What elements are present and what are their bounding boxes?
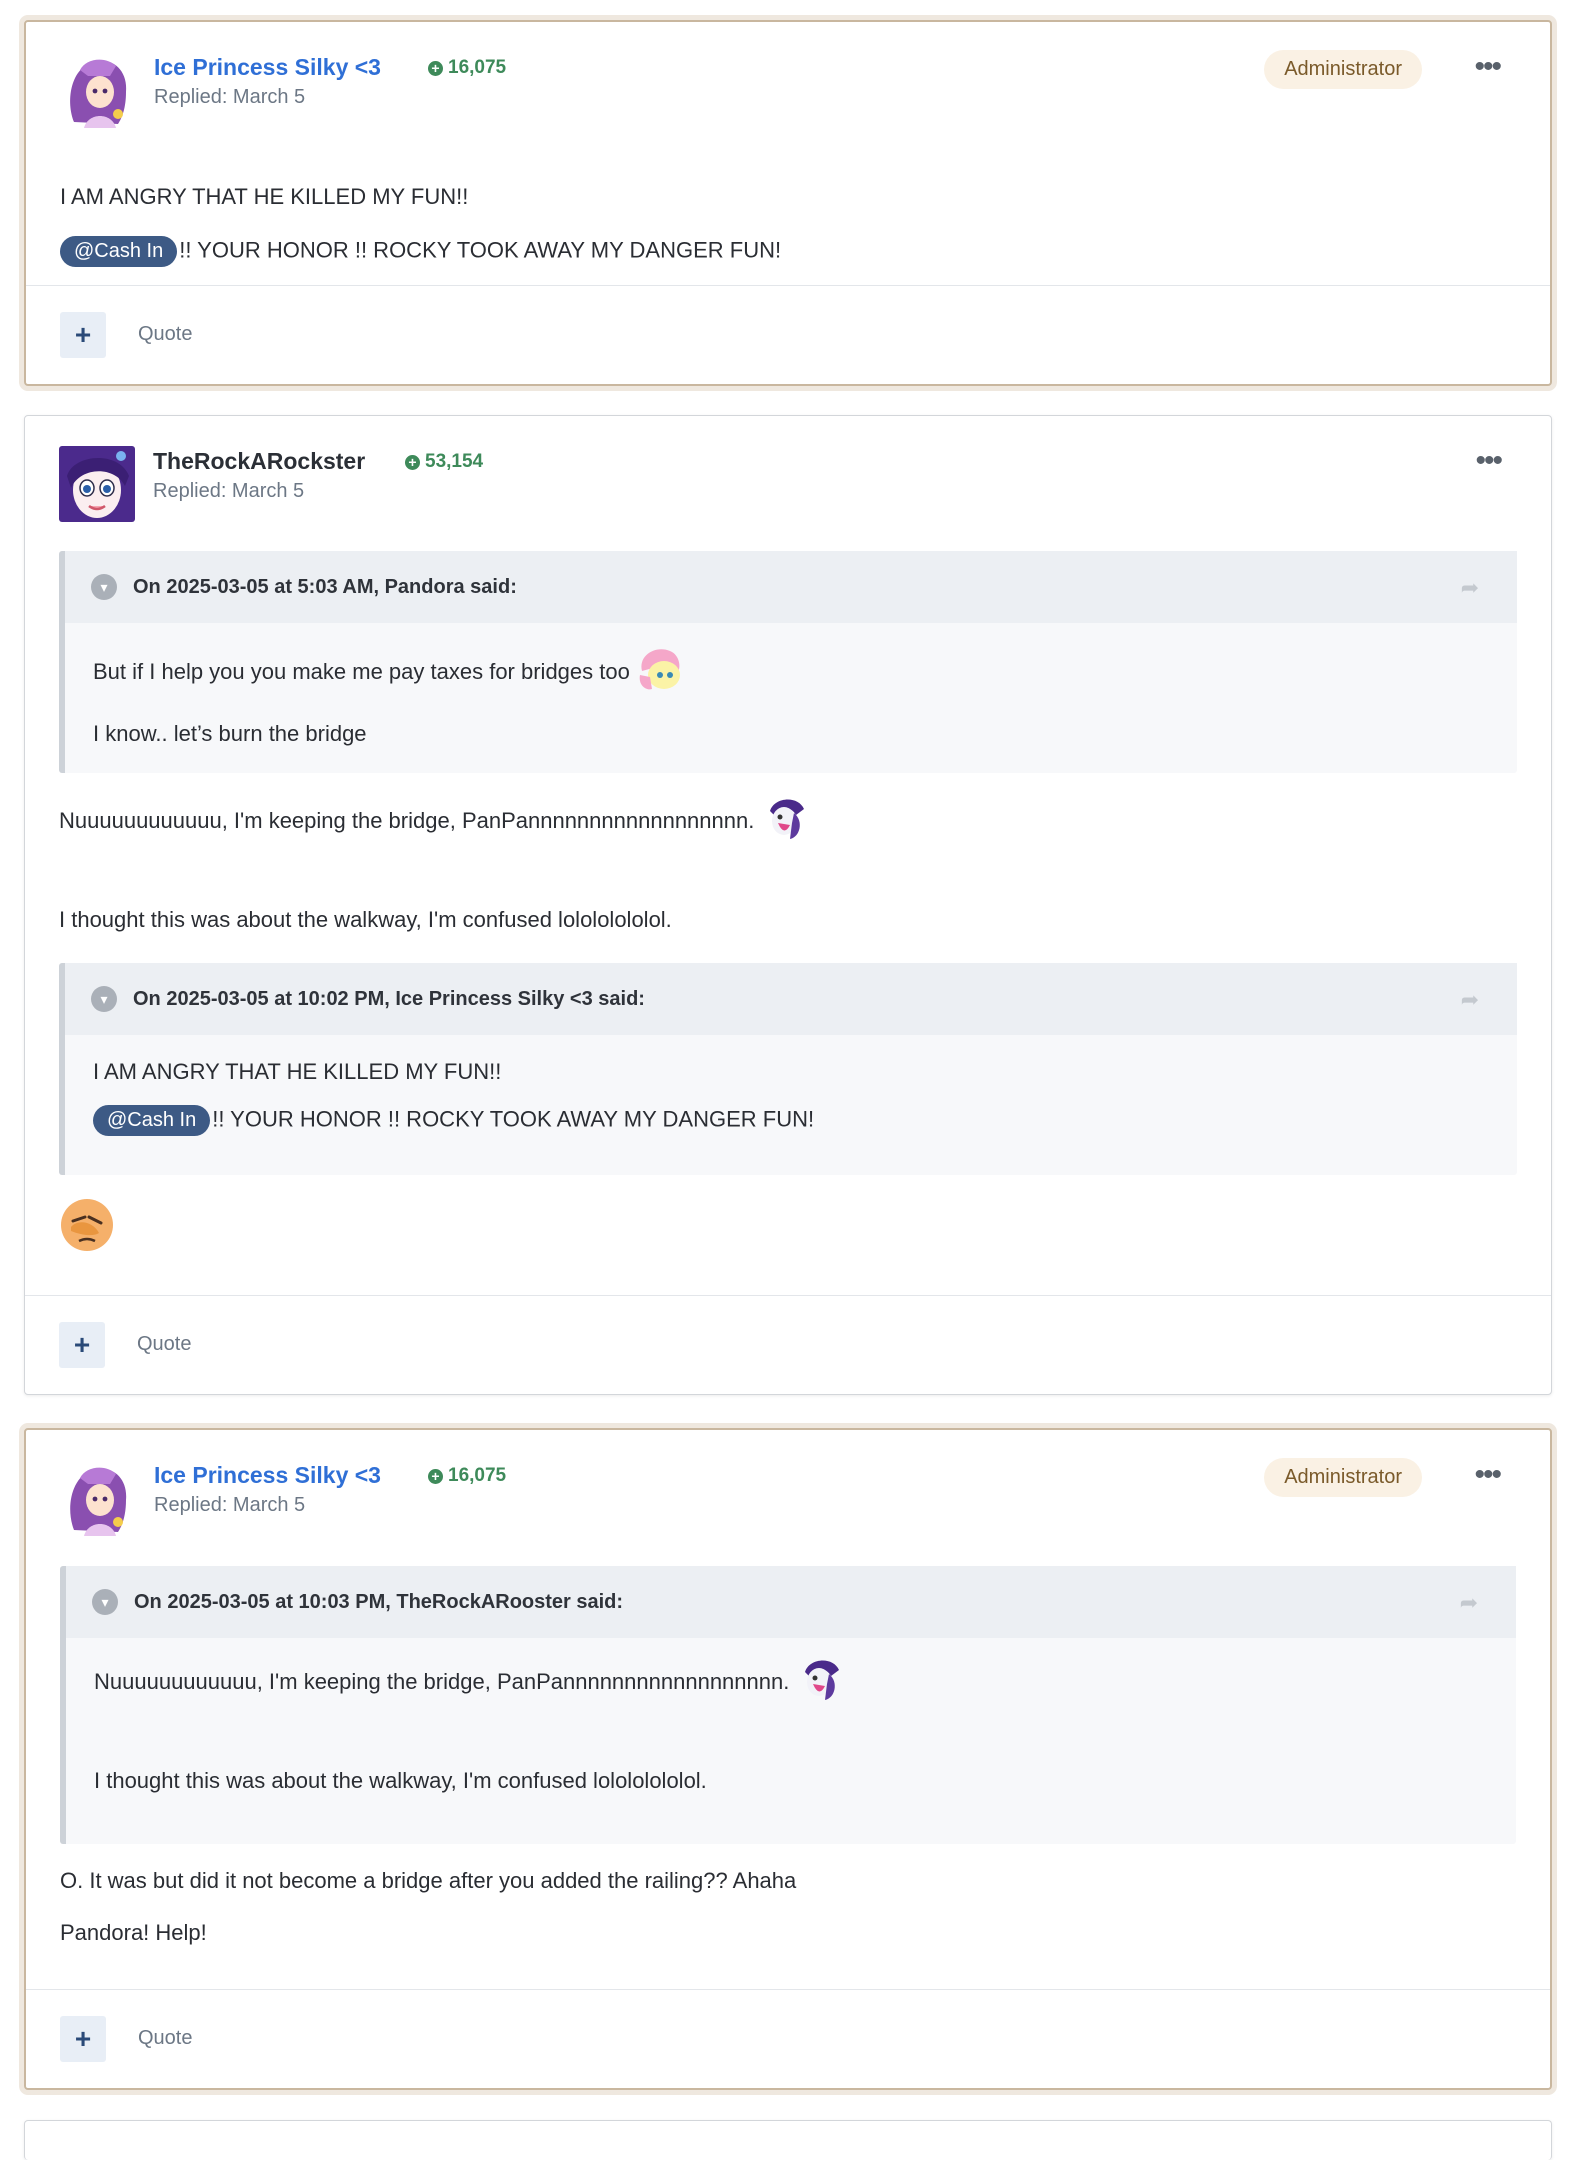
post-text: Nuuuuuuuuuuuu, I'm keeping the bridge, P… <box>59 808 755 833</box>
share-arrow-icon[interactable]: ➦ <box>1461 987 1479 1013</box>
quote-text: @Cash In!! YOUR HONOR !! ROCKY TOOK AWAY… <box>93 1105 1489 1136</box>
plus-icon[interactable]: + <box>60 2016 106 2062</box>
post-text-after-mention: !! YOUR HONOR !! ROCKY TOOK AWAY MY DANG… <box>179 237 782 263</box>
ellipsis-icon[interactable]: ••• <box>1474 52 1501 82</box>
mention-link[interactable]: @Cash In <box>93 1105 211 1136</box>
quote-text: I thought this was about the walkway, I'… <box>94 1768 707 1793</box>
role-badge: Administrator <box>1264 1458 1422 1497</box>
plus-icon[interactable]: + <box>59 1322 105 1368</box>
quote-text: Nuuuuuuuuuuuu, I'm keeping the bridge, P… <box>94 1669 790 1694</box>
quoted-post: ▾ On 2025-03-05 at 10:02 PM, Ice Princes… <box>59 963 1517 1175</box>
quoted-post: ▾ On 2025-03-05 at 10:03 PM, TheRockARoo… <box>60 1566 1516 1844</box>
replied-date: Replied: March 5 <box>154 86 306 108</box>
mention-link[interactable]: @Cash In <box>60 236 178 267</box>
quote-content: But if I help you you make me pay taxes … <box>65 645 1517 747</box>
post-content: ▾ On 2025-03-05 at 10:03 PM, TheRockARoo… <box>26 1530 1550 1946</box>
quote-header: ▾ On 2025-03-05 at 10:03 PM, TheRockARoo… <box>66 1566 1516 1638</box>
post-content: I AM ANGRY THAT HE KILLED MY FUN!! @Cash… <box>26 122 1550 267</box>
reputation-badge: + 53,154 <box>405 451 483 473</box>
reputation-badge: + 16,075 <box>428 57 506 79</box>
plus-circle-icon: + <box>428 60 443 76</box>
quote-text-after-mention: !! YOUR HONOR !! ROCKY TOOK AWAY MY DANG… <box>212 1106 815 1132</box>
pony-emoji-icon <box>795 1654 845 1710</box>
quote-citation: On 2025-03-05 at 10:02 PM, Ice Princess … <box>133 987 645 1010</box>
author-name[interactable]: TheRockARockster <box>153 448 365 475</box>
avatar[interactable] <box>60 52 136 128</box>
post: TheRockARockster + 53,154 Replied: March… <box>24 415 1552 1395</box>
share-arrow-icon[interactable]: ➦ <box>1460 1590 1478 1616</box>
post: Ice Princess Silky <3 + 16,075 Replied: … <box>24 1428 1552 2090</box>
chevron-down-icon[interactable]: ▾ <box>91 986 117 1012</box>
post-footer: + Quote <box>25 1295 1551 1394</box>
ellipsis-icon[interactable]: ••• <box>1474 1460 1501 1490</box>
post-text: O. It was but did it not become a bridge… <box>60 1868 797 1893</box>
plus-circle-icon: + <box>405 454 420 470</box>
quote-text: I AM ANGRY THAT HE KILLED MY FUN!! <box>93 1059 502 1084</box>
author-name[interactable]: Ice Princess Silky <3 <box>154 1462 381 1489</box>
reputation-badge: + 16,075 <box>428 1465 506 1487</box>
pony-emoji-icon <box>760 793 810 849</box>
quote-text: But if I help you you make me pay taxes … <box>93 659 630 684</box>
chevron-down-icon[interactable]: ▾ <box>92 1589 118 1615</box>
chevron-down-icon[interactable]: ▾ <box>91 574 117 600</box>
author-name[interactable]: Ice Princess Silky <3 <box>154 54 381 81</box>
share-arrow-icon[interactable]: ➦ <box>1461 575 1479 601</box>
quote-header: ▾ On 2025-03-05 at 10:02 PM, Ice Princes… <box>65 963 1517 1035</box>
post: Ice Princess Silky <3 + 16,075 Replied: … <box>24 20 1552 386</box>
quote-content: Nuuuuuuuuuuuu, I'm keeping the bridge, P… <box>66 1654 1516 1794</box>
facepalm-emoji-icon <box>59 1197 1517 1259</box>
post-footer: + Quote <box>26 285 1550 384</box>
quote-citation: On 2025-03-05 at 5:03 AM, Pandora said: <box>133 575 517 598</box>
role-badge: Administrator <box>1264 50 1422 89</box>
post-text: I AM ANGRY THAT HE KILLED MY FUN!! <box>60 184 469 209</box>
quote-button[interactable]: Quote <box>137 1333 191 1356</box>
pony-emoji-icon <box>636 645 684 699</box>
plus-circle-icon: + <box>428 1468 443 1484</box>
quote-button[interactable]: Quote <box>138 323 192 346</box>
post-text: Pandora! Help! <box>60 1920 207 1945</box>
avatar[interactable] <box>60 1460 136 1536</box>
replied-date: Replied: March 5 <box>153 480 305 502</box>
post <box>24 2120 1552 2160</box>
post-content: ▾ On 2025-03-05 at 5:03 AM, Pandora said… <box>25 516 1551 1259</box>
quote-header: ▾ On 2025-03-05 at 5:03 AM, Pandora said… <box>65 551 1517 623</box>
plus-icon[interactable]: + <box>60 312 106 358</box>
avatar[interactable] <box>59 446 135 522</box>
quoted-post: ▾ On 2025-03-05 at 5:03 AM, Pandora said… <box>59 551 1517 773</box>
quote-citation: On 2025-03-05 at 10:03 PM, TheRockARoost… <box>134 1590 624 1613</box>
post-text: I thought this was about the walkway, I'… <box>59 907 672 932</box>
quote-button[interactable]: Quote <box>138 2027 192 2050</box>
reputation-count: 16,075 <box>448 57 507 78</box>
reputation-count: 16,075 <box>448 1465 507 1486</box>
quote-content: I AM ANGRY THAT HE KILLED MY FUN!! @Cash… <box>65 1059 1517 1136</box>
replied-date: Replied: March 5 <box>154 1494 306 1516</box>
post-text: @Cash In!! YOUR HONOR !! ROCKY TOOK AWAY… <box>60 236 1516 267</box>
quote-text: I know.. let’s burn the bridge <box>93 721 367 746</box>
post-footer: + Quote <box>26 1989 1550 2088</box>
reputation-count: 53,154 <box>425 451 484 472</box>
ellipsis-icon[interactable]: ••• <box>1475 446 1502 476</box>
